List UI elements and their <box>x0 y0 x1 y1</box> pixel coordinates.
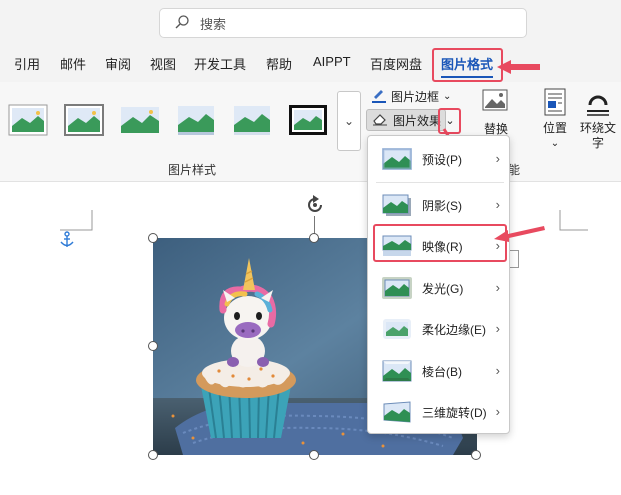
tab-review[interactable]: 审阅 <box>105 54 131 73</box>
anchor-icon <box>60 231 74 247</box>
resize-handle-top-left[interactable] <box>148 233 158 243</box>
wrap-text-label-2: 字 <box>591 136 604 150</box>
picture-style-1[interactable] <box>7 103 49 137</box>
highlight-box-reflection <box>373 224 507 262</box>
menu-label-shadow: 阴影(S) <box>422 198 462 213</box>
position-label: 位置 <box>542 121 567 135</box>
picture-effects-button[interactable]: 图片效果 <box>366 109 447 131</box>
shadow-effect-icon <box>382 194 411 216</box>
menu-item-shadow[interactable]: 阴影(S) › <box>376 186 504 224</box>
picture-style-4[interactable] <box>175 103 217 137</box>
3d-rotation-effect-icon <box>383 401 411 423</box>
tab-mailings[interactable]: 邮件 <box>60 54 86 73</box>
red-arrow-icon <box>497 60 540 74</box>
picture-effects-menu: 预设(P) › 阴影(S) › 映像(R) › 发光(G) › 柔化边缘(E) … <box>367 135 510 434</box>
resize-handle-top[interactable] <box>309 233 319 243</box>
menu-item-3d-rotation[interactable]: 三维旋转(D) › <box>376 393 504 431</box>
wrap-text-button[interactable]: 环绕文 字 <box>577 87 619 151</box>
menu-label-bevel: 棱台(B) <box>422 364 462 379</box>
highlight-box-tab <box>432 48 503 82</box>
preset-effect-icon <box>382 148 412 170</box>
menu-item-bevel[interactable]: 棱台(B) › <box>376 352 504 390</box>
tab-developer[interactable]: 开发工具 <box>194 54 246 73</box>
search-icon <box>174 14 200 33</box>
menu-label-preset: 预设(P) <box>422 152 462 167</box>
styles-group-label: 图片样式 <box>168 163 217 177</box>
effects-eraser-icon <box>371 111 389 130</box>
more-icon: ⌄ <box>343 114 355 128</box>
chevron-right-icon: › <box>495 363 500 378</box>
menu-item-glow[interactable]: 发光(G) › <box>376 269 504 307</box>
chevron-right-icon: › <box>495 321 500 336</box>
menu-label-glow: 发光(G) <box>422 281 464 296</box>
wrap-text-icon <box>583 87 613 121</box>
tab-aippt[interactable]: AIPPT <box>313 54 351 69</box>
resize-handle-bottom-right[interactable] <box>471 450 481 460</box>
glow-effect-icon <box>382 277 412 299</box>
chevron-down-icon: ⌄ <box>443 91 452 102</box>
title-bar: 搜索 <box>0 0 621 46</box>
picture-effects-label: 图片效果 <box>393 113 442 128</box>
picture-style-5[interactable] <box>231 103 273 137</box>
menu-label-3d-rotation: 三维旋转(D) <box>422 405 487 420</box>
menu-separator <box>376 182 504 183</box>
search-placeholder: 搜索 <box>200 16 227 32</box>
rotate-handle-icon[interactable] <box>303 193 327 217</box>
bevel-effect-icon <box>382 360 412 382</box>
menu-item-preset[interactable]: 预设(P) › <box>376 140 504 178</box>
menu-item-soft-edges[interactable]: 柔化边缘(E) › <box>376 310 504 348</box>
ribbon-panel: ⌄ 图片样式 图片边框 ⌄ 图片效果 ⌄ 替换 能 位置 ⌄ 环绕文 字 <box>0 82 621 182</box>
pencil-border-icon <box>370 86 388 107</box>
styles-more-button[interactable]: ⌄ <box>337 91 361 151</box>
replace-picture-icon <box>481 88 511 120</box>
tab-baidu-netdisk[interactable]: 百度网盘 <box>370 54 422 73</box>
page-corner-mark-right <box>559 210 588 231</box>
resize-handle-bottom[interactable] <box>309 450 319 460</box>
replace-picture-button[interactable]: 替换 <box>478 88 514 137</box>
tab-help[interactable]: 帮助 <box>266 54 292 73</box>
picture-style-6[interactable] <box>287 103 329 137</box>
menu-label-soft-edges: 柔化边缘(E) <box>422 322 486 337</box>
resize-handle-left[interactable] <box>148 341 158 351</box>
position-button[interactable]: 位置 ⌄ <box>539 87 571 151</box>
layout-options-button[interactable] <box>509 250 519 268</box>
picture-style-3[interactable] <box>119 103 161 137</box>
chevron-right-icon: › <box>495 404 500 419</box>
chevron-right-icon: › <box>495 151 500 166</box>
chevron-down-icon: ⌄ <box>550 138 560 149</box>
chevron-right-icon: › <box>495 280 500 295</box>
soft-edges-effect-icon <box>383 319 411 339</box>
picture-style-2[interactable] <box>63 103 105 137</box>
picture-border-button[interactable]: 图片边框 ⌄ <box>370 86 451 107</box>
resize-handle-bottom-left[interactable] <box>148 450 158 460</box>
position-icon <box>542 87 568 121</box>
chevron-right-icon: › <box>495 197 500 212</box>
wrap-text-label-1: 环绕文 <box>579 121 616 135</box>
tab-view[interactable]: 视图 <box>150 54 176 73</box>
tab-references[interactable]: 引用 <box>14 54 40 73</box>
search-box[interactable]: 搜索 <box>159 8 527 38</box>
red-arrow-icon <box>494 226 545 242</box>
picture-border-label: 图片边框 <box>391 90 440 104</box>
